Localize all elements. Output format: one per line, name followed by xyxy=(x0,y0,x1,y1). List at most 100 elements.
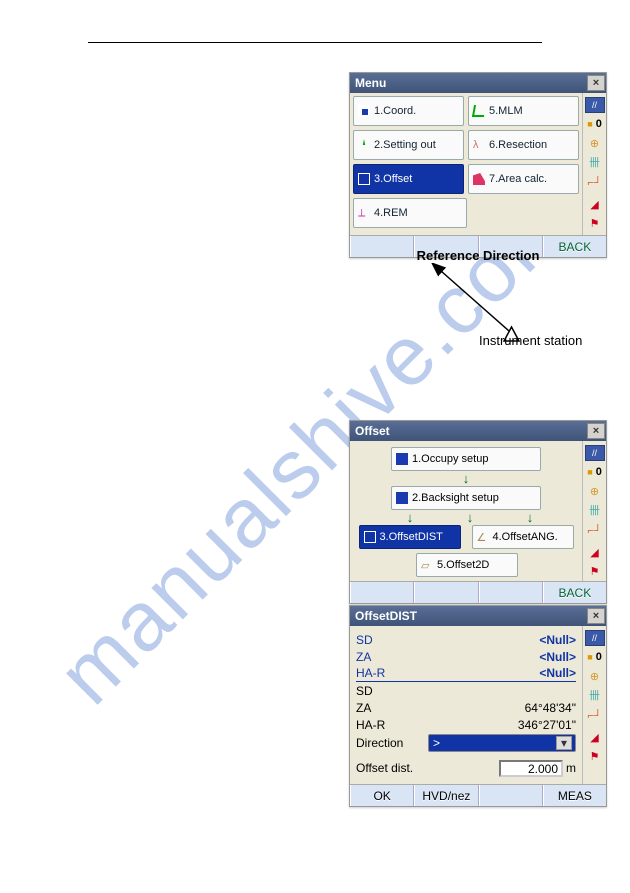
grid-icon xyxy=(358,105,370,117)
window-title: OffsetDIST xyxy=(355,609,587,623)
instrument-station-label: Instrument station xyxy=(479,333,582,348)
flex-icon: ⌐┘ xyxy=(585,706,605,726)
menu-mlm[interactable]: 5.MLM xyxy=(468,96,579,126)
people-icon: λ xyxy=(473,139,485,151)
counter: 0 xyxy=(596,466,602,478)
menu-offset[interactable]: 3.Offset xyxy=(353,164,464,194)
direction-select[interactable]: > xyxy=(428,734,576,752)
field-label: ZA xyxy=(356,701,428,715)
step-backsight[interactable]: 2.Backsight setup xyxy=(391,486,541,510)
step-label: 3.OffsetDIST xyxy=(380,531,443,543)
step-occupy[interactable]: 1.Occupy setup xyxy=(391,447,541,471)
flex-icon: ⌐┘ xyxy=(585,521,605,541)
step-label: 1.Occupy setup xyxy=(412,453,488,465)
flag-icon: ⚑ xyxy=(585,563,605,579)
softkey-ok[interactable]: OK xyxy=(350,785,414,806)
ruler-icon: 卌 xyxy=(585,154,605,170)
close-icon[interactable]: × xyxy=(587,75,605,91)
chevron-down-icon: ↓ xyxy=(356,471,576,486)
spike-green-icon xyxy=(358,139,370,151)
flex-icon: ⌐┘ xyxy=(585,173,605,193)
field-label: HA-R xyxy=(356,666,428,680)
field-label: HA-R xyxy=(356,718,428,732)
window-title: Offset xyxy=(355,424,587,438)
titlebar: Menu × xyxy=(350,73,606,93)
step-label: 5.Offset2D xyxy=(437,559,489,571)
menu-window: Menu × 1.Coord. 5.MLM 2.Setting out λ 6.R… xyxy=(349,72,607,258)
step-offsetang[interactable]: ∠ 4.OffsetANG. xyxy=(472,525,574,549)
menu-item-label: 2.Setting out xyxy=(374,139,436,151)
signal-icon: ◢ xyxy=(585,729,605,745)
menu-item-label: 7.Area calc. xyxy=(489,173,547,185)
grid-icon xyxy=(396,492,408,504)
menu-area-calc[interactable]: 7.Area calc. xyxy=(468,164,579,194)
unit-label: m xyxy=(566,761,576,775)
plane-icon: ▱ xyxy=(421,559,433,571)
offsetdist-window: OffsetDIST × SD<Null> ZA<Null> HA-R<Null… xyxy=(349,605,607,807)
field-label: SD xyxy=(356,684,428,698)
menu-item-label: 5.MLM xyxy=(489,105,523,117)
field-value: <Null> xyxy=(428,633,576,647)
target-icon: ⊕ xyxy=(585,135,605,151)
step-offset2d[interactable]: ▱ 5.Offset2D xyxy=(416,553,518,577)
menu-item-label: 4.REM xyxy=(374,207,408,219)
menu-setting-out[interactable]: 2.Setting out xyxy=(353,130,464,160)
menu-item-label: 1.Coord. xyxy=(374,105,416,117)
close-icon[interactable]: × xyxy=(587,423,605,439)
sidebar: // ■ 0 ⊕ 卌 ⌐┘ ◢ ⚑ xyxy=(582,626,606,784)
signal-icon: ◢ xyxy=(585,196,605,212)
menu-rem[interactable]: ⟂ 4.REM xyxy=(353,198,467,228)
grid-icon xyxy=(396,453,408,465)
signal-icon: ◢ xyxy=(585,544,605,560)
flag-icon: ⚑ xyxy=(585,215,605,231)
page-divider xyxy=(88,42,542,43)
field-label: ZA xyxy=(356,650,428,664)
softkey-meas[interactable]: MEAS xyxy=(543,785,606,806)
battery-icon: // xyxy=(585,630,605,646)
direction-label: Direction xyxy=(356,736,428,750)
angle-green-icon xyxy=(472,105,486,117)
titlebar: Offset × xyxy=(350,421,606,441)
battery-icon: // xyxy=(585,445,605,461)
sidebar: // ■ 0 ⊕ 卌 ⌐┘ ◢ ⚑ xyxy=(582,441,606,581)
offset-dist-input[interactable]: 2.000 xyxy=(499,760,563,777)
softkey-3[interactable] xyxy=(479,785,543,806)
angle-icon: ∠ xyxy=(477,531,489,543)
flow-arrows: ↓↓↓ xyxy=(356,510,576,525)
field-value: 64°48'34" xyxy=(428,701,576,715)
window-title: Menu xyxy=(355,76,587,90)
softkey-1[interactable] xyxy=(350,582,414,603)
area-icon xyxy=(473,173,485,185)
softkey-2[interactable] xyxy=(414,582,478,603)
softkey-bar: BACK xyxy=(350,581,606,603)
offset-window: Offset × 1.Occupy setup ↓ 2.Backsight se… xyxy=(349,420,607,604)
step-offsetdist[interactable]: 3.OffsetDIST xyxy=(359,525,461,549)
target-icon: ⊕ xyxy=(585,668,605,684)
softkey-hvd[interactable]: HVD/nez xyxy=(414,785,478,806)
target-icon: ⊕ xyxy=(585,483,605,499)
softkey-4[interactable]: BACK xyxy=(543,582,606,603)
counter: 0 xyxy=(596,118,602,130)
offset-icon xyxy=(358,173,370,185)
sidebar: // ■ 0 ⊕ 卌 ⌐┘ ◢ ⚑ xyxy=(582,93,606,235)
step-label: 4.OffsetANG. xyxy=(493,531,558,543)
diagram: Reference Direction Instrument station xyxy=(349,248,607,353)
titlebar: OffsetDIST × xyxy=(350,606,606,626)
field-value: 346°27'01" xyxy=(428,718,576,732)
softkey-3[interactable] xyxy=(479,582,543,603)
field-label: SD xyxy=(356,633,428,647)
menu-item-label: 6.Resection xyxy=(489,139,547,151)
battery-icon: // xyxy=(585,97,605,113)
rem-icon: ⟂ xyxy=(358,207,370,219)
flag-icon: ⚑ xyxy=(585,748,605,764)
menu-resection[interactable]: λ 6.Resection xyxy=(468,130,579,160)
counter: 0 xyxy=(596,651,602,663)
close-icon[interactable]: × xyxy=(587,608,605,624)
field-value: <Null> xyxy=(428,666,576,680)
ruler-icon: 卌 xyxy=(585,687,605,703)
ruler-icon: 卌 xyxy=(585,502,605,518)
reference-direction-label: Reference Direction xyxy=(349,248,607,263)
menu-coord[interactable]: 1.Coord. xyxy=(353,96,464,126)
menu-item-label: 3.Offset xyxy=(374,173,412,185)
field-value: <Null> xyxy=(428,650,576,664)
